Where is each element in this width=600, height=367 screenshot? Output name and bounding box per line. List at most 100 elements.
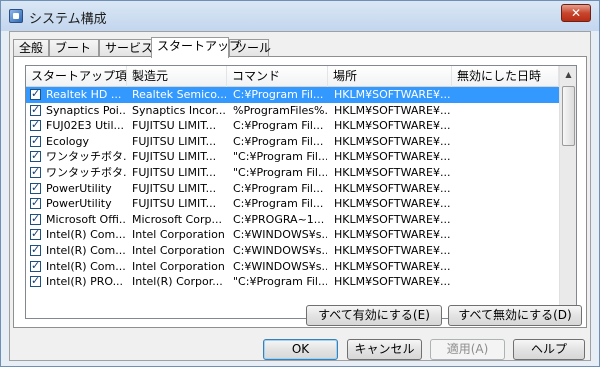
row-disabled-date xyxy=(458,227,558,243)
cancel-button[interactable]: キャンセル xyxy=(347,339,422,360)
row-checkbox[interactable] xyxy=(30,87,41,100)
row-manufacturer: Realtek Semico... xyxy=(132,88,226,101)
row-location: HKLM¥SOFTWARE¥... xyxy=(334,103,450,117)
enable-all-button[interactable]: すべて有効にする(E) xyxy=(306,305,442,326)
scroll-up-icon[interactable]: ▲ xyxy=(560,66,576,83)
row-checkbox[interactable] xyxy=(30,196,41,210)
row-item-name: Ecology xyxy=(46,134,90,148)
row-manufacturer: FUJITSU LIMIT... xyxy=(132,150,217,164)
table-row[interactable]: Ecology FUJITSU LIMIT... C:¥Program Fil...… xyxy=(26,134,559,150)
close-button[interactable]: ✕ xyxy=(561,4,591,22)
table-row[interactable]: FUJ02E3 Util... FUJITSU LIMIT... C:¥Progra… xyxy=(26,118,559,134)
dialog-client: 全般 ブート サービス スタートアップ ツール スタートアップ項目 製造元 コマ… xyxy=(9,31,591,361)
row-manufacturer: Microsoft Corp... xyxy=(132,212,222,226)
row-item-name: ワンタッチボタ... xyxy=(46,150,126,164)
row-manufacturer: FUJITSU LIMIT... xyxy=(132,166,217,179)
window-title: システム構成 xyxy=(29,12,107,27)
row-location: HKLM¥SOFTWARE¥... xyxy=(334,244,450,257)
row-item-name: PowerUtility xyxy=(46,197,112,211)
row-checkbox[interactable] xyxy=(30,181,41,194)
row-command: C:¥Program Fil... xyxy=(233,88,324,101)
row-manufacturer: Intel(R) Corpor... xyxy=(132,275,223,289)
column-manufacturer[interactable]: 製造元 xyxy=(127,66,227,87)
row-checkbox[interactable] xyxy=(30,212,41,225)
row-disabled-date xyxy=(458,103,558,119)
table-row[interactable]: Intel(R) Com... Intel Corporation C:¥WINDO… xyxy=(26,243,559,259)
tab-startup[interactable]: スタートアップ xyxy=(151,37,241,58)
row-disabled-date xyxy=(458,134,558,150)
column-location[interactable]: 場所 xyxy=(328,66,452,87)
row-location: HKLM¥SOFTWARE¥... xyxy=(334,150,450,164)
row-command: C:¥PROGRA~1... xyxy=(233,212,325,226)
row-manufacturer: Synaptics Incor... xyxy=(132,103,226,117)
row-manufacturer: FUJITSU LIMIT... xyxy=(132,181,217,195)
row-command: "C:¥Program Fil... xyxy=(233,166,327,179)
row-checkbox[interactable] xyxy=(30,274,41,288)
row-checkbox[interactable] xyxy=(30,227,41,241)
row-manufacturer: FUJITSU LIMIT... xyxy=(132,119,217,133)
row-disabled-date xyxy=(458,274,558,290)
row-manufacturer: Intel Corporation xyxy=(132,259,225,273)
tab-boot[interactable]: ブート xyxy=(49,39,99,57)
row-disabled-date xyxy=(458,212,558,228)
row-location: HKLM¥SOFTWARE¥... xyxy=(334,181,450,195)
row-location: HKLM¥SOFTWARE¥... xyxy=(334,119,450,133)
table-row[interactable]: PowerUtility FUJITSU LIMIT... C:¥Program F… xyxy=(26,181,559,197)
row-command: C:¥Program Fil... xyxy=(233,134,324,148)
column-disabled-date[interactable]: 無効にした日時 xyxy=(452,66,559,87)
row-checkbox[interactable] xyxy=(30,134,41,147)
row-item-name: Intel(R) Com... xyxy=(46,259,126,273)
row-location: HKLM¥SOFTWARE¥... xyxy=(334,275,450,289)
row-item-name: Microsoft Offi... xyxy=(46,212,126,226)
row-item-name: Realtek HD ... xyxy=(46,88,122,101)
row-location: HKLM¥SOFTWARE¥... xyxy=(334,228,450,242)
column-startup-item[interactable]: スタートアップ項目 xyxy=(26,66,127,87)
row-item-name: FUJ02E3 Util... xyxy=(46,119,125,133)
msconfig-icon xyxy=(9,9,23,23)
row-item-name: Synaptics Poi... xyxy=(46,103,126,117)
vertical-scrollbar[interactable]: ▲ ▼ xyxy=(559,66,576,318)
row-disabled-date xyxy=(458,149,558,165)
table-row[interactable]: Intel(R) Com... Intel Corporation C:¥WINDO… xyxy=(26,259,559,275)
row-command: C:¥Program Fil... xyxy=(233,197,324,211)
row-checkbox[interactable] xyxy=(30,103,41,116)
row-disabled-date xyxy=(458,181,558,197)
table-row[interactable]: Intel(R) Com... Intel Corporation C:¥WINDO… xyxy=(26,227,559,243)
row-disabled-date xyxy=(458,243,558,259)
row-location: HKLM¥SOFTWARE¥... xyxy=(334,134,450,148)
row-checkbox[interactable] xyxy=(30,243,41,256)
row-location: HKLM¥SOFTWARE¥... xyxy=(334,212,450,226)
row-checkbox[interactable] xyxy=(30,165,41,178)
startup-list[interactable]: スタートアップ項目 製造元 コマンド 場所 無効にした日時 Realtek HD… xyxy=(25,65,577,319)
table-row[interactable]: ワンタッチボタ... FUJITSU LIMIT... "C:¥Program Fi… xyxy=(26,165,559,181)
ok-button[interactable]: OK xyxy=(263,339,338,360)
row-command: "C:¥Program Fil... xyxy=(233,275,327,289)
table-row[interactable]: Microsoft Offi... Microsoft Corp... C:¥PRO… xyxy=(26,212,559,228)
row-checkbox[interactable] xyxy=(30,149,41,163)
row-command: "C:¥Program Fil... xyxy=(233,150,327,164)
table-row[interactable]: Intel(R) PRO... Intel(R) Corpor... "C:¥Pro… xyxy=(26,274,559,290)
row-manufacturer: Intel Corporation xyxy=(132,244,225,257)
row-command: C:¥Program Fil... xyxy=(233,119,324,133)
disable-all-button[interactable]: すべて無効にする(D) xyxy=(448,305,582,326)
row-location: HKLM¥SOFTWARE¥... xyxy=(334,166,450,179)
row-checkbox[interactable] xyxy=(30,118,41,132)
scroll-thumb[interactable] xyxy=(562,86,575,146)
row-command: C:¥WINDOWS¥s... xyxy=(233,244,327,257)
apply-button[interactable]: 適用(A) xyxy=(430,339,505,360)
row-location: HKLM¥SOFTWARE¥... xyxy=(334,197,450,211)
column-command[interactable]: コマンド xyxy=(227,66,328,87)
table-row[interactable]: Synaptics Poi... Synaptics Incor... %Progr… xyxy=(26,103,559,119)
row-location: HKLM¥SOFTWARE¥... xyxy=(334,88,450,101)
list-header: スタートアップ項目 製造元 コマンド 場所 無効にした日時 xyxy=(26,66,559,87)
row-item-name: Intel(R) Com... xyxy=(46,244,126,257)
table-row[interactable]: Realtek HD ... Realtek Semico... C:¥Progra… xyxy=(26,87,559,103)
row-checkbox[interactable] xyxy=(30,259,41,272)
system-config-window: システム構成 ✕ 全般 ブート サービス スタートアップ ツール スタートアップ… xyxy=(0,0,600,367)
help-button[interactable]: ヘルプ xyxy=(513,339,585,360)
table-row[interactable]: PowerUtility FUJITSU LIMIT... C:¥Program F… xyxy=(26,196,559,212)
tab-services[interactable]: サービス xyxy=(99,39,153,57)
row-manufacturer: FUJITSU LIMIT... xyxy=(132,134,217,148)
tab-general[interactable]: 全般 xyxy=(13,39,49,57)
table-row[interactable]: ワンタッチボタ... FUJITSU LIMIT... "C:¥Program Fi… xyxy=(26,149,559,165)
